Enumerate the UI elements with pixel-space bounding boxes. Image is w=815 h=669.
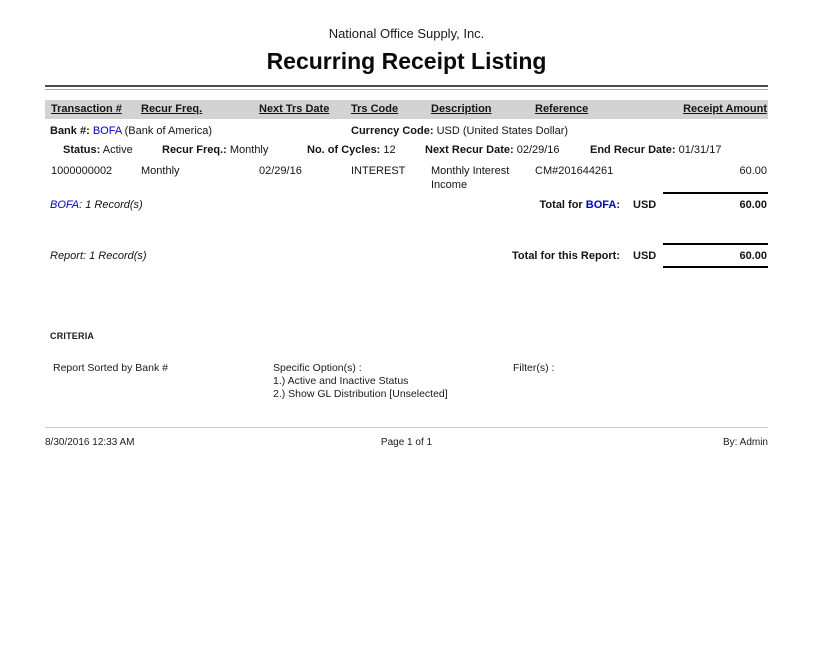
- criteria-section: Report Sorted by Bank # Specific Option(…: [53, 362, 768, 401]
- criteria-option-2: 2.) Show GL Distribution [Unselected]: [273, 388, 513, 401]
- end-recur-date-label: End Recur Date:: [590, 144, 676, 156]
- bank-code-link[interactable]: BOFA: [50, 199, 79, 211]
- report-content: National Office Supply, Inc. Recurring R…: [45, 0, 768, 401]
- report-total-amount: 60.00: [663, 243, 768, 268]
- cycles-value: 12: [383, 144, 395, 156]
- next-recur-date-value: 02/29/16: [517, 144, 560, 156]
- footer-datetime: 8/30/2016 12:33 AM: [45, 437, 381, 448]
- cell-transaction: 1000000002: [51, 164, 141, 192]
- bank-total-currency: USD: [633, 192, 661, 211]
- bank-total-amount: 60.00: [663, 192, 768, 211]
- end-recur-date-field: End Recur Date: 01/31/17: [590, 144, 721, 156]
- bank-total-label: Total for BOFA:: [540, 192, 620, 211]
- report-total-row: Report: 1 Record(s) Total for this Repor…: [45, 243, 768, 268]
- bank-number-label: Bank #:: [50, 125, 90, 137]
- recur-freq-label: Recur Freq.:: [162, 144, 227, 156]
- footer-page-number: Page 1 of 1: [381, 437, 432, 448]
- bank-total-label-prefix: Total for: [540, 199, 586, 211]
- bank-code-link[interactable]: BOFA: [93, 125, 122, 137]
- bank-record-count: BOFA: 1 Record(s): [45, 192, 540, 211]
- criteria-options: Specific Option(s) : 1.) Active and Inac…: [273, 362, 513, 401]
- cell-recur-freq: Monthly: [141, 164, 259, 192]
- next-recur-date-label: Next Recur Date:: [425, 144, 514, 156]
- bank-number: Bank #: BOFA (Bank of America): [50, 125, 351, 137]
- status-value: Active: [103, 144, 133, 156]
- criteria-option-1: 1.) Active and Inactive Status: [273, 375, 513, 388]
- cycles-label: No. of Cycles:: [307, 144, 380, 156]
- bank-total-row: BOFA: 1 Record(s) Total for BOFA: USD 60…: [45, 192, 768, 211]
- currency-code-label: Currency Code:: [351, 125, 434, 137]
- table-row: 1000000002 Monthly 02/29/16 INTEREST Mon…: [45, 164, 768, 192]
- status-field: Status: Active: [63, 144, 133, 156]
- cell-description: Monthly Interest Income: [431, 164, 535, 192]
- report-title: Recurring Receipt Listing: [45, 48, 768, 75]
- bank-code-link[interactable]: BOFA: [586, 199, 617, 211]
- bank-total: Total for BOFA: USD 60.00: [540, 192, 768, 211]
- bank-info-row: Bank #: BOFA (Bank of America) Currency …: [45, 125, 768, 137]
- bank-total-label-suffix: :: [616, 199, 620, 211]
- report-record-count: Report: 1 Record(s): [45, 243, 512, 262]
- col-header-recur-freq: Recur Freq.: [141, 103, 259, 115]
- report-total-label: Total for this Report:: [512, 243, 620, 262]
- criteria-heading: CRITERIA: [50, 331, 768, 341]
- cell-next-trs-date: 02/29/16: [259, 164, 351, 192]
- report-total: Total for this Report: USD 60.00: [512, 243, 768, 268]
- table-header-row: Transaction # Recur Freq. Next Trs Date …: [45, 100, 768, 119]
- col-header-trs-code: Trs Code: [351, 103, 431, 115]
- bank-record-count-text: : 1 Record(s): [79, 199, 143, 211]
- criteria-filters-label: Filter(s) :: [513, 362, 768, 401]
- status-row: Status: Active Recur Freq.: Monthly No. …: [45, 144, 768, 158]
- recur-freq-field: Recur Freq.: Monthly: [162, 144, 268, 156]
- end-recur-date-value: 01/31/17: [679, 144, 722, 156]
- col-header-next-trs-date: Next Trs Date: [259, 103, 351, 115]
- title-divider: [45, 85, 768, 90]
- footer-generated-by: By: Admin: [432, 437, 768, 448]
- cycles-field: No. of Cycles: 12: [307, 144, 396, 156]
- col-header-reference: Reference: [535, 103, 660, 115]
- bank-name: (Bank of America): [125, 125, 212, 137]
- currency-code-value: USD (United States Dollar): [437, 125, 568, 137]
- col-header-receipt-amount: Receipt Amount: [660, 103, 768, 115]
- report-total-currency: USD: [633, 243, 661, 262]
- status-label: Status:: [63, 144, 100, 156]
- col-header-description: Description: [431, 103, 535, 115]
- cell-reference: CM#201644261: [535, 164, 660, 192]
- currency-code: Currency Code: USD (United States Dollar…: [351, 125, 768, 137]
- report-footer: 8/30/2016 12:33 AM Page 1 of 1 By: Admin: [45, 427, 768, 448]
- company-name: National Office Supply, Inc.: [45, 0, 768, 41]
- next-recur-date-field: Next Recur Date: 02/29/16: [425, 144, 560, 156]
- criteria-options-label: Specific Option(s) :: [273, 362, 513, 375]
- report-page: National Office Supply, Inc. Recurring R…: [0, 0, 815, 669]
- col-header-transaction: Transaction #: [51, 103, 141, 115]
- recur-freq-value: Monthly: [230, 144, 269, 156]
- cell-receipt-amount: 60.00: [660, 164, 768, 192]
- cell-trs-code: INTEREST: [351, 164, 431, 192]
- criteria-sorted-by: Report Sorted by Bank #: [53, 362, 273, 401]
